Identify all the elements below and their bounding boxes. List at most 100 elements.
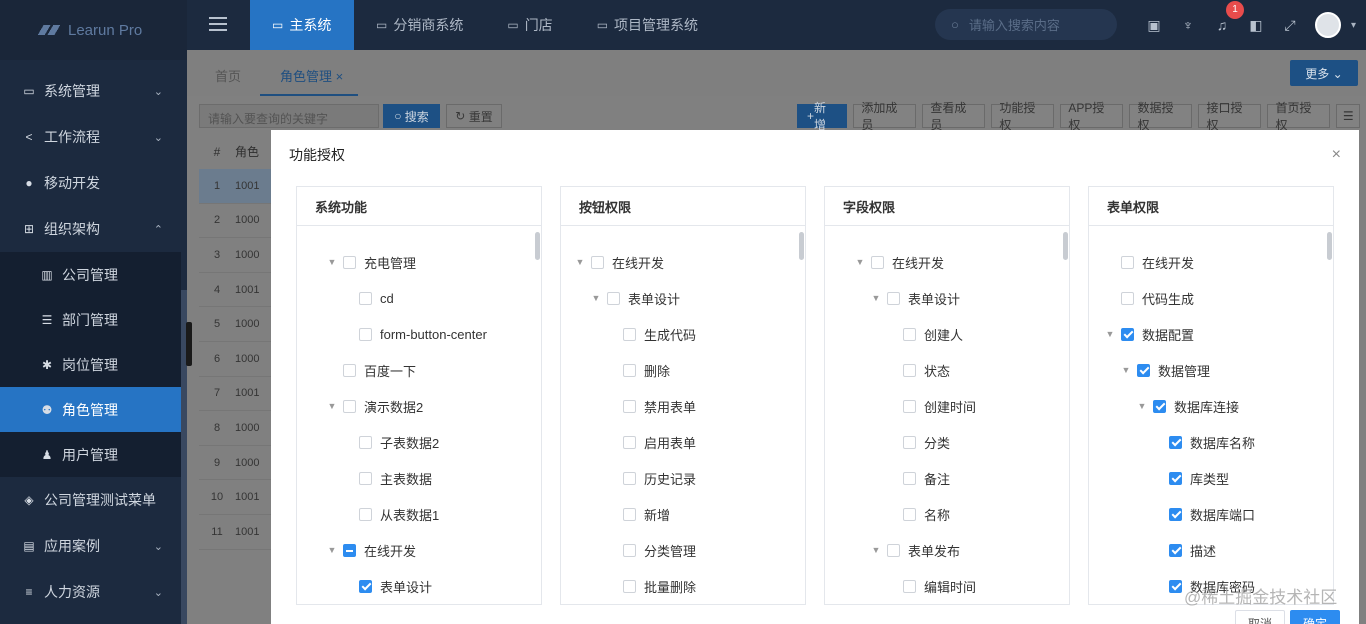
scrollbar[interactable] <box>535 232 540 260</box>
more-button[interactable]: 更多 ⌄ <box>1290 60 1358 86</box>
checkbox[interactable] <box>607 291 620 305</box>
search-button[interactable]: ○ 搜索 <box>383 104 440 128</box>
checkbox[interactable] <box>623 507 636 521</box>
checkbox[interactable] <box>1121 255 1134 269</box>
checkbox[interactable] <box>1169 579 1182 593</box>
tree-node[interactable]: ▼ 充电管理 <box>327 244 416 280</box>
action-button[interactable]: + 新增 <box>797 101 848 132</box>
checkbox[interactable] <box>903 399 916 413</box>
tree-node[interactable]: 在线开发 <box>1105 244 1194 280</box>
checkbox[interactable] <box>623 435 636 449</box>
lock-icon[interactable]: ▣ <box>1137 17 1171 34</box>
scrollbar[interactable] <box>799 232 804 260</box>
sidebar-item[interactable]: ≡ 人力资源 ⌄ <box>0 569 181 615</box>
checkbox[interactable] <box>359 579 372 593</box>
checkbox[interactable] <box>343 399 356 413</box>
sidebar-item[interactable]: ◈ 公司管理测试菜单 <box>0 477 181 523</box>
table-row[interactable]: 3 1000 <box>199 238 271 273</box>
checkbox[interactable] <box>343 543 356 557</box>
tree-node[interactable]: 禁用表单 <box>607 388 696 424</box>
top-search-input[interactable]: ○ 请输入搜索内容 <box>935 9 1117 40</box>
chevron-down-icon[interactable]: ▾ <box>1351 20 1356 31</box>
checkbox[interactable] <box>623 579 636 593</box>
checkbox[interactable] <box>343 363 356 377</box>
tree-node[interactable]: 名称 <box>887 496 950 532</box>
tree-node[interactable]: 备注 <box>887 460 950 496</box>
caret-down-icon[interactable]: ▼ <box>855 257 865 267</box>
tree-node[interactable]: 主表数据 <box>343 460 432 496</box>
caret-down-icon[interactable]: ▼ <box>871 545 881 555</box>
top-nav-item[interactable]: ▭ 门店 <box>485 0 574 50</box>
ok-button[interactable]: 确定 <box>1290 610 1340 624</box>
checkbox[interactable] <box>1169 435 1182 449</box>
avatar[interactable] <box>1315 12 1341 38</box>
tree-node[interactable]: cd <box>343 280 394 316</box>
tree-node[interactable]: 生成代码 <box>607 316 696 352</box>
tree-node[interactable]: 历史记录 <box>607 460 696 496</box>
table-row[interactable]: 5 1000 <box>199 307 271 342</box>
checkbox[interactable] <box>1169 471 1182 485</box>
checkbox[interactable] <box>903 471 916 485</box>
tree-node[interactable]: 数据库端口 <box>1153 496 1255 532</box>
checkbox[interactable] <box>623 363 636 377</box>
tree-node[interactable]: 百度一下 <box>327 352 416 388</box>
sidebar-item[interactable]: ☰ 部门管理 <box>0 297 181 342</box>
top-nav-item[interactable]: ▭ 项目管理系统 <box>575 0 720 50</box>
table-row[interactable]: 9 1000 <box>199 446 271 481</box>
sidebar-item[interactable]: ⚉ 角色管理 <box>0 387 181 432</box>
table-row[interactable]: 1 1001 <box>199 169 271 204</box>
checkbox[interactable] <box>359 291 372 305</box>
close-icon[interactable]: × <box>336 69 344 84</box>
cancel-button[interactable]: 取消 <box>1235 610 1285 624</box>
sidebar-item[interactable]: ▭ 系统管理 ⌄ <box>0 68 181 114</box>
shirt-icon[interactable]: ♆ <box>1171 17 1205 33</box>
checkbox[interactable] <box>1137 363 1150 377</box>
checkbox[interactable] <box>903 507 916 521</box>
tree-node[interactable]: 编辑时间 <box>887 568 976 604</box>
caret-down-icon[interactable]: ▼ <box>591 293 601 303</box>
tree-node[interactable]: ▼ 表单设计 <box>871 280 960 316</box>
checkbox[interactable] <box>871 255 884 269</box>
caret-down-icon[interactable]: ▼ <box>327 401 337 411</box>
tree-node[interactable]: ▼ 数据配置 <box>1105 316 1194 352</box>
tree-node[interactable]: form-button-center <box>343 316 487 352</box>
reset-button[interactable]: ↻ 重置 <box>446 104 502 128</box>
checkbox[interactable] <box>1121 327 1134 341</box>
bell-icon[interactable]: ♫ 1 <box>1205 1 1244 33</box>
tree-node[interactable]: ▼ 数据库连接 <box>1137 388 1239 424</box>
checkbox[interactable] <box>903 363 916 377</box>
tree-node[interactable]: 新增 <box>607 496 670 532</box>
table-row[interactable]: 4 1001 <box>199 273 271 308</box>
action-button[interactable]: 首页授权 <box>1267 101 1331 132</box>
tree-node[interactable]: 创建人 <box>887 316 963 352</box>
sidebar-item[interactable]: ⊞ 组织架构 ⌃ <box>0 206 181 252</box>
caret-down-icon[interactable]: ▼ <box>327 257 337 267</box>
action-button[interactable]: 添加成员 <box>853 101 917 132</box>
tree-node[interactable]: 代码生成 <box>1105 280 1194 316</box>
checkbox[interactable] <box>903 435 916 449</box>
tree-node[interactable]: 删除 <box>607 352 670 388</box>
checkbox[interactable] <box>343 255 356 269</box>
caret-down-icon[interactable]: ▼ <box>327 545 337 555</box>
tree-node[interactable]: ▼ 表单发布 <box>871 532 960 568</box>
caret-down-icon[interactable]: ▼ <box>1137 401 1147 411</box>
checkbox[interactable] <box>887 291 900 305</box>
tree-node[interactable]: ▼ 演示数据2 <box>327 388 423 424</box>
checkbox[interactable] <box>623 327 636 341</box>
caret-down-icon[interactable]: ▼ <box>575 257 585 267</box>
checkbox[interactable] <box>591 255 604 269</box>
action-button[interactable]: 查看成员 <box>922 101 986 132</box>
scrollbar[interactable] <box>1063 232 1068 260</box>
tree-node[interactable]: 库类型 <box>1153 460 1229 496</box>
tab-role-management[interactable]: 角色管理 × <box>280 66 343 85</box>
keyword-input[interactable]: 请输入要查询的关键字 <box>199 104 379 128</box>
checkbox[interactable] <box>359 327 372 341</box>
checkbox[interactable] <box>359 471 372 485</box>
checkbox[interactable] <box>903 579 916 593</box>
checkbox[interactable] <box>623 543 636 557</box>
scrollbar[interactable] <box>1327 232 1332 260</box>
checkbox[interactable] <box>1169 507 1182 521</box>
tree-node[interactable]: ▼ 表单设计 <box>591 280 680 316</box>
tree-node[interactable]: 启用表单 <box>607 424 696 460</box>
top-nav-item[interactable]: ▭ 分销商系统 <box>354 0 485 50</box>
